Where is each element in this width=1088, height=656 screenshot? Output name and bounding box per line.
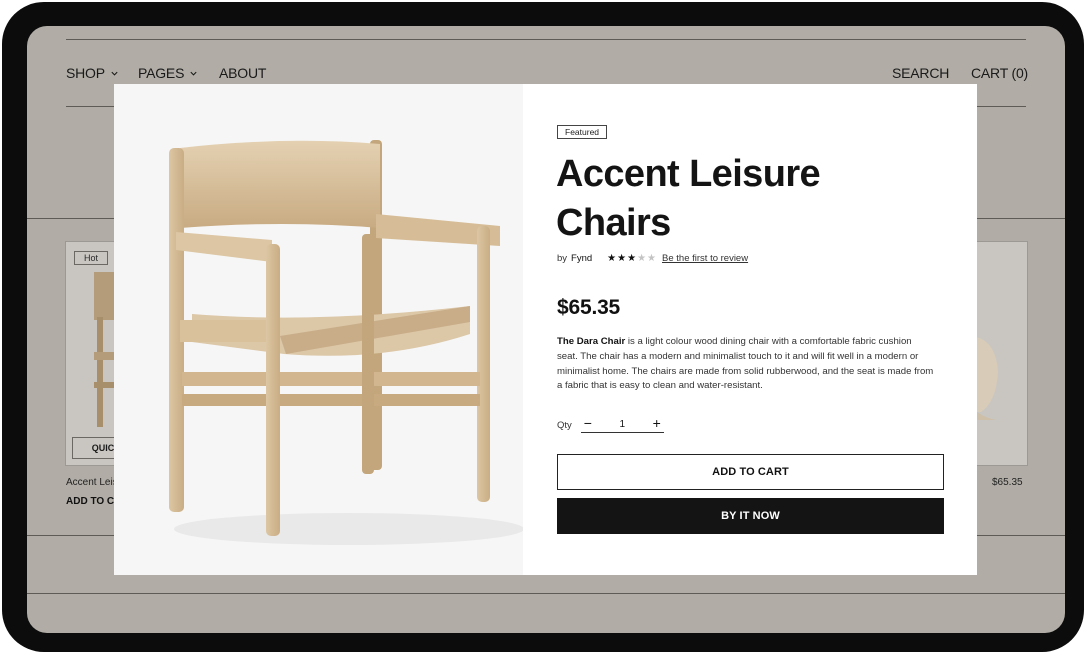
product-card-title[interactable]: Accent Leis [66,477,118,488]
nav-cart[interactable]: CART (0) [971,65,1028,81]
screen: SHOP PAGES ABOUT SEARCH CART (0) Hot QUI… [27,26,1065,633]
chevron-down-icon [190,71,197,76]
quick-view-modal: Featured Accent Leisure Chairs by Fynd ★… [114,84,977,575]
vendor-name[interactable]: Fynd [571,253,592,264]
add-to-cart-button[interactable]: ADD TO CART [557,454,944,490]
nav-shop[interactable]: SHOP [66,65,119,81]
quantity-row: Qty − 1 + [557,415,664,433]
product-info: Featured Accent Leisure Chairs by Fynd ★… [523,84,977,575]
nav-shop-label: SHOP [66,65,105,81]
product-title: Accent Leisure Chairs [556,153,821,244]
star-icon: ★ [647,252,657,264]
nav-pages-label: PAGES [138,65,185,81]
product-byline: by Fynd ★ ★ ★ ★ ★ Be the first to review [557,253,748,264]
buy-now-button[interactable]: BY IT NOW [557,498,944,534]
chevron-down-icon [111,71,118,76]
description-lead: The Dara Chair [557,336,626,347]
nav-about[interactable]: ABOUT [219,65,266,81]
header-top-rule [66,39,1026,40]
featured-badge: Featured [557,125,608,139]
product-image [114,84,524,575]
tablet-frame: SHOP PAGES ABOUT SEARCH CART (0) Hot QUI… [2,2,1084,652]
product-price: $65.35 [557,296,621,319]
nav-search[interactable]: SEARCH [892,65,949,81]
star-icon: ★ [607,252,617,264]
by-label: by [557,253,568,264]
chair-illustration [169,140,524,545]
plus-icon[interactable]: + [653,415,661,431]
quantity-stepper[interactable]: − 1 + [580,415,664,433]
qty-label: Qty [557,420,572,431]
rating-stars: ★ ★ ★ ★ ★ [607,252,657,264]
product-description: The Dara Chair is a light colour wood di… [557,335,935,394]
footer-rule-2 [27,593,1065,594]
star-icon: ★ [627,252,637,264]
star-icon: ★ [617,252,627,264]
quantity-value[interactable]: 1 [581,419,664,430]
product-card-price: $65.35 [992,477,1023,488]
star-icon: ★ [637,252,647,264]
review-link[interactable]: Be the first to review [662,253,748,264]
nav-pages[interactable]: PAGES [138,65,198,81]
hot-badge: Hot [74,251,109,265]
